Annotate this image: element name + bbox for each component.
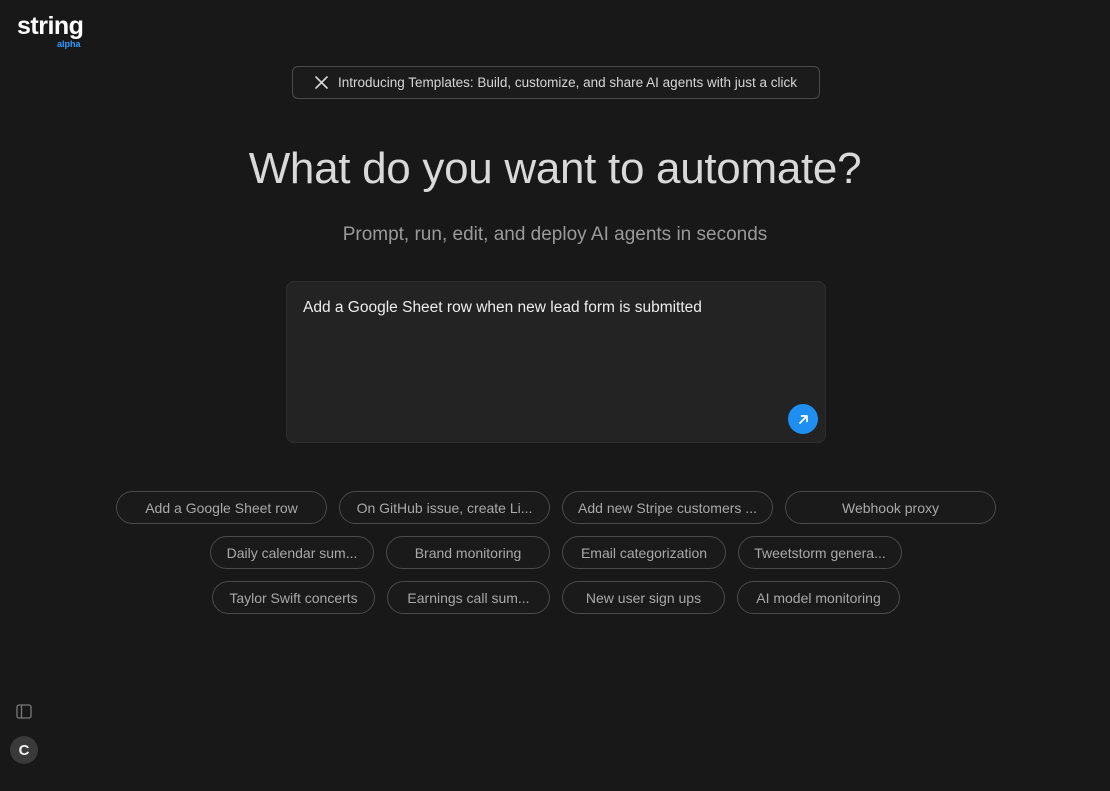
brand-name: string [17,12,84,40]
sidebar-icon [16,704,32,719]
suggestion-chip[interactable]: Email categorization [562,536,726,569]
announcement-text: Introducing Templates: Build, customize,… [338,75,797,90]
x-logo-icon [315,76,328,89]
suggestion-chip[interactable]: AI model monitoring [737,581,900,614]
suggestion-chip[interactable]: New user sign ups [562,581,725,614]
brand-tag: alpha [57,39,81,49]
page-subtitle: Prompt, run, edit, and deploy AI agents … [342,224,768,245]
suggestion-chip[interactable]: Taylor Swift concerts [212,581,375,614]
suggestion-chip[interactable]: Add a Google Sheet row [116,491,327,524]
suggestion-chip[interactable]: On GitHub issue, create Li... [339,491,550,524]
brand-logo[interactable]: string alpha [17,12,84,49]
send-button[interactable] [788,404,818,434]
prompt-text[interactable]: Add a Google Sheet row when new lead for… [303,299,809,317]
suggestion-chip[interactable]: Tweetstorm genera... [738,536,902,569]
prompt-input[interactable]: Add a Google Sheet row when new lead for… [286,281,826,443]
arrow-up-right-icon [798,414,808,424]
suggestion-chip[interactable]: Brand monitoring [386,536,550,569]
suggestion-chip[interactable]: Earnings call sum... [387,581,550,614]
announcement-banner[interactable]: Introducing Templates: Build, customize,… [292,66,820,99]
app-page: string alpha Introducing Templates: Buil… [0,0,1110,791]
suggestion-chip[interactable]: Daily calendar sum... [210,536,374,569]
sidebar-toggle-button[interactable] [16,704,32,719]
user-avatar[interactable]: C [10,736,38,764]
suggestion-chip[interactable]: Webhook proxy [785,491,996,524]
page-title: What do you want to automate? [248,144,862,193]
suggestion-chip[interactable]: Add new Stripe customers ... [562,491,773,524]
